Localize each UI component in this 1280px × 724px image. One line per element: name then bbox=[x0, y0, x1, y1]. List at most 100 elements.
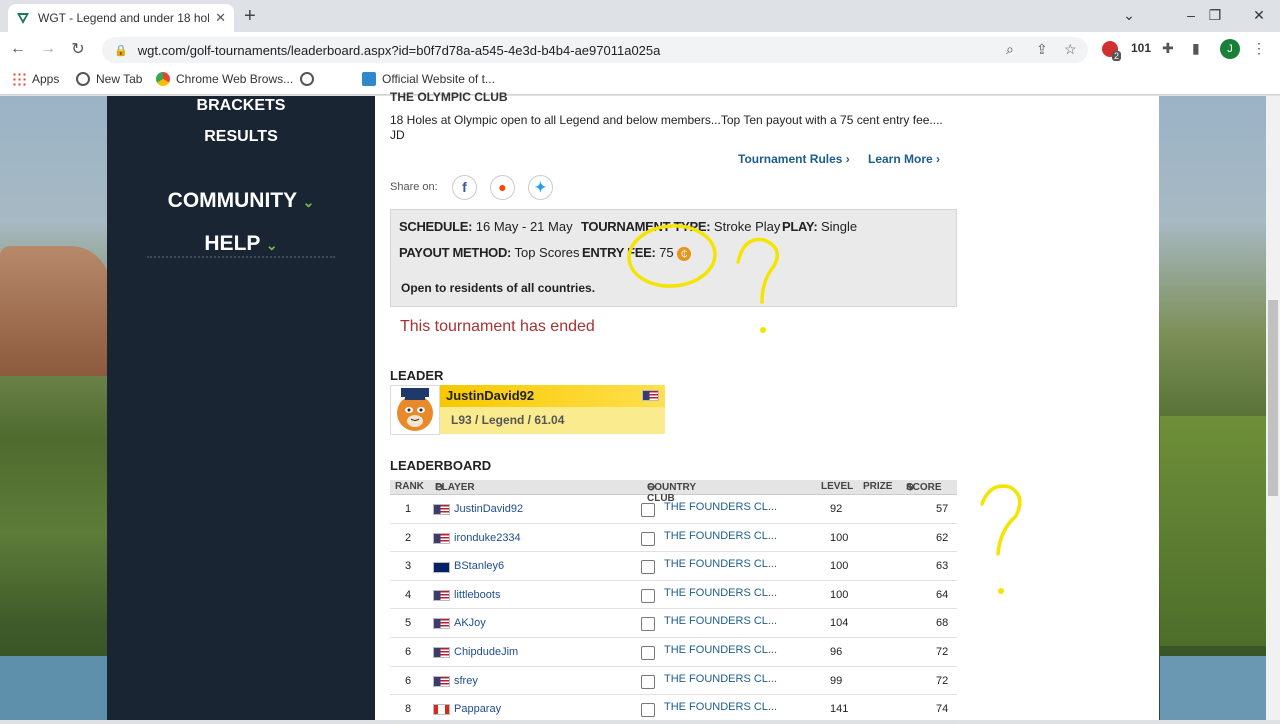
bookmark-label: New Tab bbox=[96, 72, 143, 86]
bookmark-label: Official Website of t... bbox=[382, 72, 495, 86]
bookmark-chrome-web-store[interactable]: Chrome Web Brows... bbox=[156, 72, 293, 86]
site-icon bbox=[362, 72, 376, 86]
player-link[interactable]: BStanley6 bbox=[454, 560, 504, 572]
col-rank[interactable]: RANK bbox=[395, 481, 424, 492]
tab-search-icon[interactable]: ⌄ bbox=[1106, 0, 1152, 32]
country-club-link[interactable]: THE FOUNDERS CL... bbox=[664, 530, 777, 542]
player-link[interactable]: ironduke2334 bbox=[454, 532, 521, 544]
profile-avatar[interactable]: J bbox=[1220, 39, 1240, 59]
table-row[interactable]: 4 littleboots THE FOUNDERS CL... 100 64 bbox=[390, 581, 957, 610]
country-club-link[interactable]: THE FOUNDERS CL... bbox=[664, 615, 777, 627]
col-level[interactable]: LEVEL bbox=[821, 481, 853, 492]
menu-kebab-icon[interactable]: ⋮ bbox=[1252, 40, 1266, 57]
browser-tab[interactable]: WGT - Legend and under 18 hole ✕ bbox=[8, 4, 234, 32]
col-prize[interactable]: PRIZE bbox=[863, 481, 892, 492]
chevron-down-icon: ⌄ bbox=[265, 237, 278, 253]
country-club-link[interactable]: THE FOUNDERS CL... bbox=[664, 701, 777, 713]
score-cell: 63 bbox=[936, 560, 949, 573]
country-club-icon bbox=[641, 560, 655, 575]
leader-card[interactable]: JustinDavid92 L93 / Legend / 61.04 bbox=[390, 385, 665, 435]
table-row[interactable]: 5 AKJoy THE FOUNDERS CL... 104 68 bbox=[390, 609, 957, 638]
rank-cell: 6 bbox=[405, 645, 412, 658]
tournament-ended-message: This tournament has ended bbox=[400, 318, 595, 335]
bookmark-star-icon[interactable]: ☆ bbox=[1064, 41, 1077, 58]
extensions-puzzle-icon[interactable]: ✚ bbox=[1162, 40, 1174, 57]
facebook-icon[interactable]: f bbox=[452, 175, 477, 200]
zoom-icon[interactable]: ⌕ bbox=[1006, 41, 1014, 58]
learn-more-link[interactable]: Learn More › bbox=[868, 152, 940, 166]
restore-button[interactable]: ❐ bbox=[1192, 0, 1238, 32]
reload-icon[interactable]: ↻ bbox=[66, 39, 90, 59]
tournament-rules-link[interactable]: Tournament Rules › bbox=[738, 152, 850, 166]
rank-cell: 8 bbox=[405, 703, 412, 716]
table-row[interactable]: 2 ironduke2334 THE FOUNDERS CL... 100 62 bbox=[390, 524, 957, 553]
divider bbox=[147, 256, 335, 258]
twitter-icon[interactable]: ✦ bbox=[528, 175, 553, 200]
close-tab-icon[interactable]: ✕ bbox=[215, 10, 226, 26]
level-cell: 141 bbox=[830, 703, 849, 716]
scroll-thumb[interactable] bbox=[1268, 300, 1278, 496]
bookmark-globe[interactable] bbox=[300, 72, 320, 86]
player-link[interactable]: ChipdudeJim bbox=[454, 646, 518, 658]
bookmark-label: Chrome Web Brows... bbox=[176, 72, 294, 86]
country-club-icon bbox=[641, 703, 655, 718]
rank-cell: 2 bbox=[405, 531, 412, 544]
close-window-button[interactable]: ✕ bbox=[1236, 0, 1280, 32]
bookmark-apps[interactable]: Apps bbox=[12, 72, 59, 86]
nav-help-label: HELP bbox=[204, 232, 261, 255]
country-club-link[interactable]: THE FOUNDERS CL... bbox=[664, 644, 777, 656]
us-flag-icon bbox=[433, 675, 450, 687]
new-tab-button[interactable]: + bbox=[244, 6, 256, 26]
entry-fee-value: 75 bbox=[659, 245, 674, 260]
address-bar[interactable]: 🔒 wgt.com/golf-tournaments/leaderboard.a… bbox=[102, 37, 1088, 63]
table-row[interactable]: 1 JustinDavid92 THE FOUNDERS CL... 92 57 bbox=[390, 495, 957, 524]
player-link[interactable]: sfrey bbox=[454, 675, 478, 687]
main-content: THE OLYMPIC CLUB 18 Holes at Olympic ope… bbox=[375, 90, 1159, 724]
score-cell: 72 bbox=[936, 645, 949, 658]
leaderboard-heading: LEADERBOARD bbox=[390, 458, 492, 473]
ext-count[interactable]: 101 bbox=[1131, 41, 1151, 55]
bookmark-new-tab[interactable]: New Tab bbox=[76, 72, 142, 86]
leaderboard-header-row: RANK PLAYER ⊖ COUNTRY CLUB ⊖ LEVEL PRIZE… bbox=[390, 480, 957, 504]
country-club-icon bbox=[641, 531, 655, 546]
country-club-link[interactable]: THE FOUNDERS CL... bbox=[664, 587, 777, 599]
table-row[interactable]: 6 sfrey THE FOUNDERS CL... 99 72 bbox=[390, 667, 957, 696]
nav-help[interactable]: HELP ⌄ bbox=[107, 232, 375, 256]
payout-value: Top Scores bbox=[514, 245, 580, 260]
entry-fee-field: ENTRY FEE: 75 ₵ bbox=[582, 245, 692, 261]
back-icon[interactable]: ← bbox=[6, 40, 30, 58]
country-club-link[interactable]: THE FOUNDERS CL... bbox=[664, 501, 777, 513]
side-panel-icon[interactable]: ▮ bbox=[1192, 40, 1200, 57]
play-field: PLAY: Single bbox=[782, 219, 857, 234]
link-label: Learn More bbox=[868, 152, 933, 166]
globe-icon bbox=[76, 72, 90, 86]
table-row[interactable]: 3 BStanley6 THE FOUNDERS CL... 100 63 bbox=[390, 552, 957, 581]
country-club-icon bbox=[641, 617, 655, 632]
forward-icon[interactable]: → bbox=[36, 40, 60, 58]
lock-icon[interactable]: 🔒 bbox=[114, 44, 128, 57]
type-value: Stroke Play bbox=[713, 219, 781, 234]
table-row[interactable]: 6 ChipdudeJim THE FOUNDERS CL... 96 72 bbox=[390, 638, 957, 667]
schedule-value: 16 May - 21 May bbox=[475, 219, 573, 234]
nav-results[interactable]: RESULTS bbox=[107, 128, 375, 146]
page-scrollbar[interactable] bbox=[1266, 96, 1280, 720]
nav-brackets[interactable]: BRACKETS bbox=[107, 97, 375, 115]
payout-field: PAYOUT METHOD: Top Scores bbox=[399, 245, 580, 260]
us-flag-icon bbox=[433, 532, 450, 544]
player-link[interactable]: littleboots bbox=[454, 589, 500, 601]
country-club-link[interactable]: THE FOUNDERS CL... bbox=[664, 558, 777, 570]
bookmark-label: Apps bbox=[32, 72, 60, 86]
reddit-icon[interactable]: ● bbox=[490, 175, 515, 200]
country-club-link[interactable]: THE FOUNDERS CL... bbox=[664, 673, 777, 685]
player-link[interactable]: AKJoy bbox=[454, 617, 486, 629]
play-value: Single bbox=[820, 219, 858, 234]
play-label: PLAY: bbox=[782, 219, 818, 234]
table-row[interactable]: 8 Papparay THE FOUNDERS CL... 141 74 bbox=[390, 695, 957, 724]
sort-up-icon: ⊕ bbox=[906, 482, 915, 493]
club-name: THE OLYMPIC CLUB bbox=[390, 90, 508, 104]
share-icon[interactable]: ⇪ bbox=[1036, 41, 1048, 58]
player-link[interactable]: JustinDavid92 bbox=[454, 503, 523, 515]
nav-community[interactable]: COMMUNITY ⌄ bbox=[107, 189, 375, 213]
player-link[interactable]: Papparay bbox=[454, 703, 501, 715]
bookmark-official-website[interactable]: Official Website of t... bbox=[362, 72, 495, 86]
